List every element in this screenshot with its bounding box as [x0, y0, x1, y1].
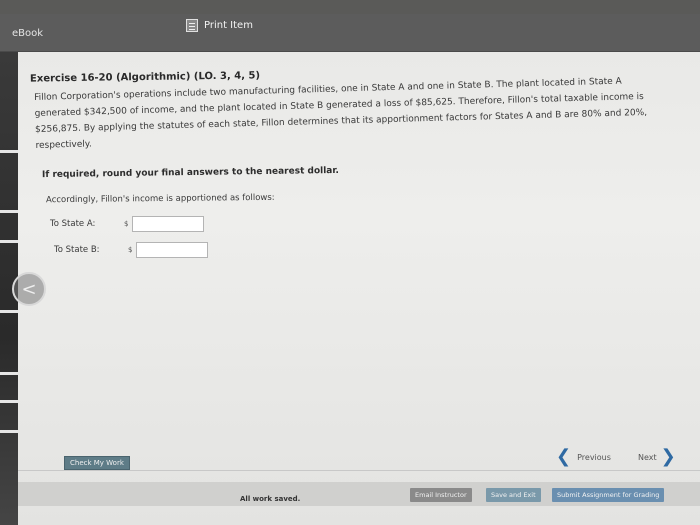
- main-content: Exercise 16-20 (Algorithmic) (LO. 3, 4, …: [12, 52, 700, 525]
- strip-mark: [0, 240, 18, 243]
- strip-mark: [0, 400, 18, 403]
- previous-button[interactable]: ❮ Previous: [556, 446, 611, 467]
- ebook-tab[interactable]: eBook: [12, 28, 43, 39]
- print-item-label: Print Item: [204, 20, 253, 31]
- state-b-row: To State B: $: [54, 242, 208, 258]
- state-a-input[interactable]: [132, 216, 204, 232]
- strip-mark: [0, 150, 18, 153]
- status-bar: All work saved. Email Instructor Save an…: [18, 482, 700, 506]
- state-b-label: To State B:: [54, 245, 100, 255]
- email-instructor-button[interactable]: Email Instructor: [410, 488, 472, 502]
- next-button[interactable]: Next ❯: [638, 446, 676, 467]
- submit-assignment-button[interactable]: Submit Assignment for Grading: [552, 488, 665, 502]
- previous-label: Previous: [577, 452, 611, 462]
- chevron-left-icon: ❮: [556, 446, 572, 467]
- exercise-title: Exercise 16-20 (Algorithmic) (LO. 3, 4, …: [29, 70, 261, 85]
- save-and-exit-button[interactable]: Save and Exit: [486, 488, 541, 502]
- next-label: Next: [638, 452, 657, 462]
- currency-symbol: $: [124, 220, 129, 228]
- check-my-work-button[interactable]: Check My Work: [64, 456, 130, 470]
- screen: eBook Print Item Exercise 16-20 (Algorit…: [0, 0, 700, 525]
- save-status: All work saved.: [240, 495, 301, 503]
- strip-mark: [0, 210, 18, 213]
- state-a-row: To State A: $: [50, 216, 204, 232]
- footer-divider: [18, 470, 700, 471]
- top-bar: [0, 0, 700, 14]
- back-button[interactable]: <: [12, 272, 46, 306]
- header-bar: eBook Print Item: [0, 14, 700, 52]
- apportion-intro: Accordingly, Fillon's income is apportio…: [45, 192, 275, 206]
- strip-mark: [0, 430, 18, 433]
- currency-symbol: $: [128, 246, 133, 254]
- chevron-right-icon: ❯: [660, 446, 676, 467]
- rounding-instruction: If required, round your final answers to…: [41, 165, 339, 181]
- back-arrow-icon: <: [21, 278, 37, 300]
- state-a-label: To State A:: [50, 219, 96, 229]
- state-b-input[interactable]: [136, 242, 208, 258]
- print-icon: [186, 19, 198, 32]
- strip-mark: [0, 310, 18, 313]
- print-item-button[interactable]: Print Item: [186, 19, 253, 32]
- problem-text: Fillon Corporation's operations include …: [34, 72, 684, 154]
- strip-mark: [0, 372, 18, 375]
